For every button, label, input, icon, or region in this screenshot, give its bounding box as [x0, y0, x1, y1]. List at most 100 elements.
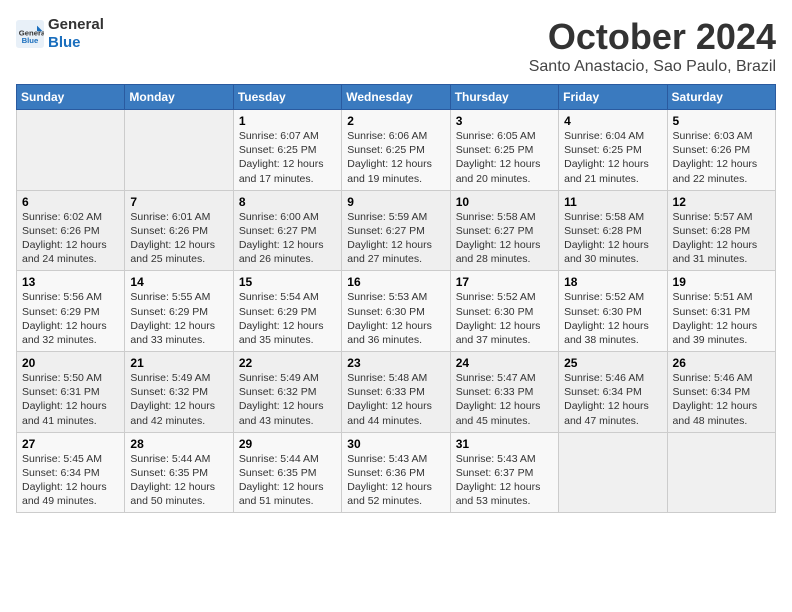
day-info: Sunrise: 5:43 AMSunset: 6:37 PMDaylight:…	[456, 452, 553, 509]
calendar-cell: 17Sunrise: 5:52 AMSunset: 6:30 PMDayligh…	[450, 271, 558, 352]
day-number: 10	[456, 195, 553, 209]
day-number: 11	[564, 195, 661, 209]
calendar-cell: 16Sunrise: 5:53 AMSunset: 6:30 PMDayligh…	[342, 271, 450, 352]
calendar-cell: 7Sunrise: 6:01 AMSunset: 6:26 PMDaylight…	[125, 190, 233, 271]
calendar-week-row: 20Sunrise: 5:50 AMSunset: 6:31 PMDayligh…	[17, 352, 776, 433]
calendar-cell: 13Sunrise: 5:56 AMSunset: 6:29 PMDayligh…	[17, 271, 125, 352]
day-info: Sunrise: 5:49 AMSunset: 6:32 PMDaylight:…	[130, 371, 227, 428]
day-info: Sunrise: 6:05 AMSunset: 6:25 PMDaylight:…	[456, 129, 553, 186]
weekday-header: Thursday	[450, 85, 558, 110]
calendar-cell: 28Sunrise: 5:44 AMSunset: 6:35 PMDayligh…	[125, 432, 233, 513]
day-number: 24	[456, 356, 553, 370]
day-info: Sunrise: 5:52 AMSunset: 6:30 PMDaylight:…	[456, 290, 553, 347]
weekday-header: Friday	[559, 85, 667, 110]
day-number: 14	[130, 275, 227, 289]
calendar-table: SundayMondayTuesdayWednesdayThursdayFrid…	[16, 84, 776, 513]
calendar-cell: 24Sunrise: 5:47 AMSunset: 6:33 PMDayligh…	[450, 352, 558, 433]
calendar-cell: 31Sunrise: 5:43 AMSunset: 6:37 PMDayligh…	[450, 432, 558, 513]
calendar-cell: 25Sunrise: 5:46 AMSunset: 6:34 PMDayligh…	[559, 352, 667, 433]
logo-blue: Blue	[48, 34, 104, 52]
calendar-cell	[667, 432, 775, 513]
day-info: Sunrise: 5:50 AMSunset: 6:31 PMDaylight:…	[22, 371, 119, 428]
calendar-cell: 22Sunrise: 5:49 AMSunset: 6:32 PMDayligh…	[233, 352, 341, 433]
day-info: Sunrise: 5:44 AMSunset: 6:35 PMDaylight:…	[239, 452, 336, 509]
day-number: 30	[347, 437, 444, 451]
day-number: 31	[456, 437, 553, 451]
day-number: 21	[130, 356, 227, 370]
calendar-cell: 5Sunrise: 6:03 AMSunset: 6:26 PMDaylight…	[667, 110, 775, 191]
calendar-cell: 15Sunrise: 5:54 AMSunset: 6:29 PMDayligh…	[233, 271, 341, 352]
day-number: 8	[239, 195, 336, 209]
day-number: 2	[347, 114, 444, 128]
day-number: 22	[239, 356, 336, 370]
day-info: Sunrise: 5:48 AMSunset: 6:33 PMDaylight:…	[347, 371, 444, 428]
day-info: Sunrise: 5:43 AMSunset: 6:36 PMDaylight:…	[347, 452, 444, 509]
day-info: Sunrise: 6:04 AMSunset: 6:25 PMDaylight:…	[564, 129, 661, 186]
calendar-cell: 1Sunrise: 6:07 AMSunset: 6:25 PMDaylight…	[233, 110, 341, 191]
calendar-cell: 26Sunrise: 5:46 AMSunset: 6:34 PMDayligh…	[667, 352, 775, 433]
day-number: 3	[456, 114, 553, 128]
day-number: 15	[239, 275, 336, 289]
calendar-header-row: SundayMondayTuesdayWednesdayThursdayFrid…	[17, 85, 776, 110]
logo: General Blue General Blue	[16, 16, 104, 52]
calendar-cell: 2Sunrise: 6:06 AMSunset: 6:25 PMDaylight…	[342, 110, 450, 191]
calendar-cell: 21Sunrise: 5:49 AMSunset: 6:32 PMDayligh…	[125, 352, 233, 433]
day-number: 5	[673, 114, 770, 128]
day-number: 1	[239, 114, 336, 128]
calendar-cell: 29Sunrise: 5:44 AMSunset: 6:35 PMDayligh…	[233, 432, 341, 513]
day-info: Sunrise: 6:01 AMSunset: 6:26 PMDaylight:…	[130, 210, 227, 267]
calendar-week-row: 1Sunrise: 6:07 AMSunset: 6:25 PMDaylight…	[17, 110, 776, 191]
calendar-cell: 27Sunrise: 5:45 AMSunset: 6:34 PMDayligh…	[17, 432, 125, 513]
day-info: Sunrise: 5:58 AMSunset: 6:27 PMDaylight:…	[456, 210, 553, 267]
day-number: 9	[347, 195, 444, 209]
day-number: 29	[239, 437, 336, 451]
calendar-cell: 11Sunrise: 5:58 AMSunset: 6:28 PMDayligh…	[559, 190, 667, 271]
logo-general: General	[48, 16, 104, 34]
day-number: 28	[130, 437, 227, 451]
day-info: Sunrise: 5:58 AMSunset: 6:28 PMDaylight:…	[564, 210, 661, 267]
title-block: October 2024 Santo Anastacio, Sao Paulo,…	[529, 16, 776, 76]
weekday-header: Wednesday	[342, 85, 450, 110]
weekday-header: Tuesday	[233, 85, 341, 110]
calendar-cell: 23Sunrise: 5:48 AMSunset: 6:33 PMDayligh…	[342, 352, 450, 433]
day-info: Sunrise: 5:46 AMSunset: 6:34 PMDaylight:…	[673, 371, 770, 428]
day-number: 12	[673, 195, 770, 209]
calendar-cell: 6Sunrise: 6:02 AMSunset: 6:26 PMDaylight…	[17, 190, 125, 271]
page-header: General Blue General Blue October 2024 S…	[16, 16, 776, 76]
day-number: 17	[456, 275, 553, 289]
calendar-cell: 10Sunrise: 5:58 AMSunset: 6:27 PMDayligh…	[450, 190, 558, 271]
day-info: Sunrise: 6:06 AMSunset: 6:25 PMDaylight:…	[347, 129, 444, 186]
day-info: Sunrise: 5:52 AMSunset: 6:30 PMDaylight:…	[564, 290, 661, 347]
calendar-week-row: 6Sunrise: 6:02 AMSunset: 6:26 PMDaylight…	[17, 190, 776, 271]
day-number: 20	[22, 356, 119, 370]
day-info: Sunrise: 5:55 AMSunset: 6:29 PMDaylight:…	[130, 290, 227, 347]
day-info: Sunrise: 5:59 AMSunset: 6:27 PMDaylight:…	[347, 210, 444, 267]
day-info: Sunrise: 6:02 AMSunset: 6:26 PMDaylight:…	[22, 210, 119, 267]
calendar-cell: 8Sunrise: 6:00 AMSunset: 6:27 PMDaylight…	[233, 190, 341, 271]
calendar-cell	[559, 432, 667, 513]
calendar-week-row: 13Sunrise: 5:56 AMSunset: 6:29 PMDayligh…	[17, 271, 776, 352]
calendar-cell: 30Sunrise: 5:43 AMSunset: 6:36 PMDayligh…	[342, 432, 450, 513]
day-number: 27	[22, 437, 119, 451]
day-info: Sunrise: 5:49 AMSunset: 6:32 PMDaylight:…	[239, 371, 336, 428]
svg-text:Blue: Blue	[22, 36, 39, 45]
weekday-header: Saturday	[667, 85, 775, 110]
calendar-cell: 18Sunrise: 5:52 AMSunset: 6:30 PMDayligh…	[559, 271, 667, 352]
logo-icon: General Blue	[16, 20, 44, 48]
day-info: Sunrise: 5:46 AMSunset: 6:34 PMDaylight:…	[564, 371, 661, 428]
day-number: 19	[673, 275, 770, 289]
day-info: Sunrise: 5:56 AMSunset: 6:29 PMDaylight:…	[22, 290, 119, 347]
day-info: Sunrise: 5:54 AMSunset: 6:29 PMDaylight:…	[239, 290, 336, 347]
calendar-cell	[17, 110, 125, 191]
weekday-header: Monday	[125, 85, 233, 110]
page-title: October 2024	[529, 16, 776, 58]
day-number: 13	[22, 275, 119, 289]
day-number: 23	[347, 356, 444, 370]
calendar-cell: 3Sunrise: 6:05 AMSunset: 6:25 PMDaylight…	[450, 110, 558, 191]
day-number: 6	[22, 195, 119, 209]
day-number: 16	[347, 275, 444, 289]
day-info: Sunrise: 5:51 AMSunset: 6:31 PMDaylight:…	[673, 290, 770, 347]
page-subtitle: Santo Anastacio, Sao Paulo, Brazil	[529, 58, 776, 76]
day-number: 26	[673, 356, 770, 370]
day-info: Sunrise: 6:07 AMSunset: 6:25 PMDaylight:…	[239, 129, 336, 186]
